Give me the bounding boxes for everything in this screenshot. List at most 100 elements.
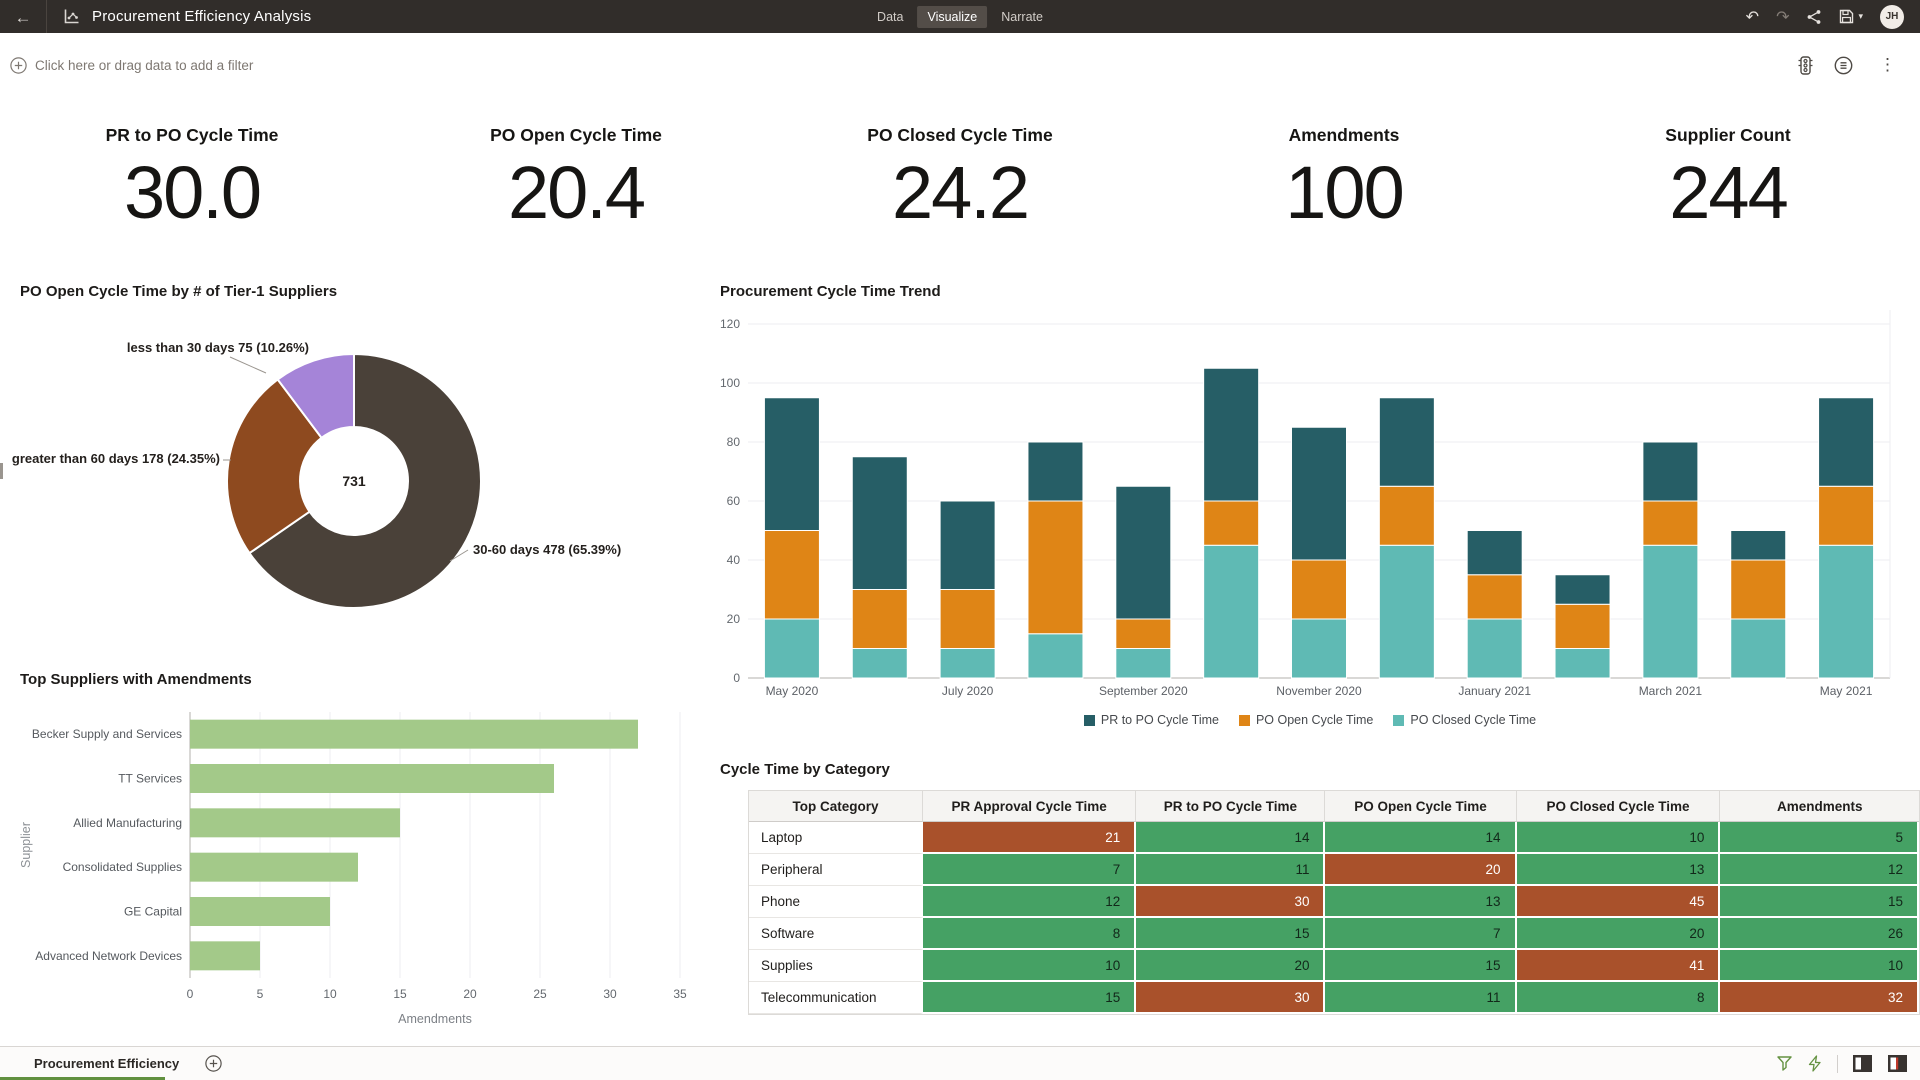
value-cell[interactable]: 13 <box>1325 886 1516 918</box>
filter-funnel-icon[interactable] <box>1776 1055 1793 1072</box>
value-cell[interactable]: 14 <box>1136 822 1325 854</box>
category-cell[interactable]: Supplies <box>749 950 923 982</box>
column-header-Top-Category[interactable]: Top Category <box>749 791 923 822</box>
trend-bar-March-2021-PO-Closed-Cycle-Time[interactable] <box>1643 545 1698 678</box>
trend-bar-May-2021-PR-to-PO-Cycle-Time[interactable] <box>1819 398 1874 487</box>
value-cell[interactable]: 26 <box>1720 918 1919 950</box>
value-cell[interactable]: 30 <box>1136 982 1325 1014</box>
value-cell[interactable]: 12 <box>923 886 1136 918</box>
avatar[interactable]: JH <box>1880 5 1904 29</box>
trend-bar-April-2021-PO-Open-Cycle-Time[interactable] <box>1731 560 1786 619</box>
trend-bar-October-2020-PO-Open-Cycle-Time[interactable] <box>1204 501 1259 545</box>
value-cell[interactable]: 15 <box>1325 950 1516 982</box>
trend-bar-May-2020-PO-Closed-Cycle-Time[interactable] <box>764 619 819 678</box>
add-canvas-icon[interactable] <box>199 1054 228 1073</box>
trend-bar-July-2020-PO-Closed-Cycle-Time[interactable] <box>940 649 995 679</box>
trend-bar-March-2021-PR-to-PO-Cycle-Time[interactable] <box>1643 442 1698 501</box>
column-header-PR-Approval-Cycle-Time[interactable]: PR Approval Cycle Time <box>923 791 1136 822</box>
category-cell[interactable]: Telecommunication <box>749 982 923 1014</box>
value-cell[interactable]: 41 <box>1517 950 1721 982</box>
trend-bar-November-2020-PO-Open-Cycle-Time[interactable] <box>1292 560 1347 619</box>
kpi-tile-2[interactable]: PO Open Cycle Time20.4 <box>384 107 768 232</box>
legend-item-PO-Open-Cycle-Time[interactable]: PO Open Cycle Time <box>1239 713 1373 727</box>
supplier-bar-Allied-Manufacturing[interactable] <box>190 808 400 837</box>
column-header-PO-Open-Cycle-Time[interactable]: PO Open Cycle Time <box>1325 791 1516 822</box>
trend-bar-February-2021-PR-to-PO-Cycle-Time[interactable] <box>1555 575 1610 605</box>
trend-bar-July-2020-PO-Open-Cycle-Time[interactable] <box>940 590 995 649</box>
value-cell[interactable]: 32 <box>1720 982 1919 1014</box>
value-cell[interactable]: 11 <box>1325 982 1516 1014</box>
more-options-icon[interactable]: ⋮ <box>1873 54 1902 76</box>
tab-visualize[interactable]: Visualize <box>917 6 987 28</box>
value-cell[interactable]: 13 <box>1517 854 1721 886</box>
trend-bar-January-2021-PR-to-PO-Cycle-Time[interactable] <box>1467 531 1522 575</box>
trend-bar-October-2020-PO-Closed-Cycle-Time[interactable] <box>1204 545 1259 678</box>
trend-bar-February-2021-PO-Open-Cycle-Time[interactable] <box>1555 604 1610 648</box>
layout-split-panel-icon[interactable] <box>1887 1054 1908 1073</box>
trend-bar-January-2021-PO-Closed-Cycle-Time[interactable] <box>1467 619 1522 678</box>
value-cell[interactable]: 15 <box>1136 918 1325 950</box>
value-cell[interactable]: 5 <box>1720 822 1919 854</box>
value-cell[interactable]: 21 <box>923 822 1136 854</box>
column-header-PO-Closed-Cycle-Time[interactable]: PO Closed Cycle Time <box>1517 791 1721 822</box>
trend-bar-June-2020-PO-Closed-Cycle-Time[interactable] <box>852 649 907 679</box>
trend-bar-May-2021-PO-Closed-Cycle-Time[interactable] <box>1819 545 1874 678</box>
value-cell[interactable]: 10 <box>1517 822 1721 854</box>
value-cell[interactable]: 7 <box>1325 918 1516 950</box>
tab-narrate[interactable]: Narrate <box>991 6 1053 28</box>
value-cell[interactable]: 10 <box>1720 950 1919 982</box>
trend-bar-August-2020-PO-Closed-Cycle-Time[interactable] <box>1028 634 1083 678</box>
trend-bar-June-2020-PO-Open-Cycle-Time[interactable] <box>852 590 907 649</box>
trend-bar-April-2021-PO-Closed-Cycle-Time[interactable] <box>1731 619 1786 678</box>
lightning-icon[interactable] <box>1807 1055 1823 1072</box>
category-cell[interactable]: Software <box>749 918 923 950</box>
supplier-bar-Advanced-Network-Devices[interactable] <box>190 941 260 970</box>
column-header-PR-to-PO-Cycle-Time[interactable]: PR to PO Cycle Time <box>1136 791 1325 822</box>
trend-bar-October-2020-PR-to-PO-Cycle-Time[interactable] <box>1204 368 1259 501</box>
add-filter-area[interactable]: Click here or drag data to add a filter <box>10 57 253 74</box>
trend-bar-November-2020-PR-to-PO-Cycle-Time[interactable] <box>1292 427 1347 560</box>
trend-bar-August-2020-PO-Open-Cycle-Time[interactable] <box>1028 501 1083 634</box>
supplier-bar-Becker-Supply-and-Services[interactable] <box>190 720 638 749</box>
value-cell[interactable]: 11 <box>1136 854 1325 886</box>
trend-bar-September-2020-PO-Closed-Cycle-Time[interactable] <box>1116 649 1171 679</box>
value-cell[interactable]: 10 <box>923 950 1136 982</box>
value-cell[interactable]: 20 <box>1325 854 1516 886</box>
value-cell[interactable]: 8 <box>923 918 1136 950</box>
value-cell[interactable]: 30 <box>1136 886 1325 918</box>
category-cell[interactable]: Phone <box>749 886 923 918</box>
notes-icon[interactable] <box>1834 56 1853 75</box>
traffic-light-icon[interactable] <box>1797 56 1814 75</box>
trend-bar-February-2021-PO-Closed-Cycle-Time[interactable] <box>1555 649 1610 679</box>
share-icon[interactable] <box>1806 9 1822 25</box>
value-cell[interactable]: 20 <box>1136 950 1325 982</box>
kpi-tile-5[interactable]: Supplier Count244 <box>1536 107 1920 232</box>
value-cell[interactable]: 15 <box>923 982 1136 1014</box>
value-cell[interactable]: 7 <box>923 854 1136 886</box>
trend-bar-November-2020-PO-Closed-Cycle-Time[interactable] <box>1292 619 1347 678</box>
column-header-Amendments[interactable]: Amendments <box>1720 791 1919 822</box>
panel-drag-handle[interactable] <box>0 463 3 479</box>
supplier-bar-TT-Services[interactable] <box>190 764 554 793</box>
trend-bar-January-2021-PO-Open-Cycle-Time[interactable] <box>1467 575 1522 619</box>
kpi-tile-1[interactable]: PR to PO Cycle Time30.0 <box>0 107 384 232</box>
canvas-tab[interactable]: Procurement Efficiency <box>0 1047 193 1080</box>
value-cell[interactable]: 12 <box>1720 854 1919 886</box>
value-cell[interactable]: 20 <box>1517 918 1721 950</box>
trend-bar-September-2020-PO-Open-Cycle-Time[interactable] <box>1116 619 1171 649</box>
redo-button[interactable]: ↷ <box>1776 7 1789 27</box>
trend-bar-December-2020-PO-Open-Cycle-Time[interactable] <box>1379 486 1434 545</box>
save-button[interactable]: ▾ <box>1839 9 1863 24</box>
category-cell[interactable]: Peripheral <box>749 854 923 886</box>
trend-bar-December-2020-PR-to-PO-Cycle-Time[interactable] <box>1379 398 1434 487</box>
value-cell[interactable]: 8 <box>1517 982 1721 1014</box>
trend-bar-June-2020-PR-to-PO-Cycle-Time[interactable] <box>852 457 907 590</box>
back-button[interactable]: ← <box>0 0 46 33</box>
legend-item-PR-to-PO-Cycle-Time[interactable]: PR to PO Cycle Time <box>1084 713 1219 727</box>
trend-bar-September-2020-PR-to-PO-Cycle-Time[interactable] <box>1116 486 1171 619</box>
category-cell[interactable]: Laptop <box>749 822 923 854</box>
value-cell[interactable]: 15 <box>1720 886 1919 918</box>
undo-button[interactable]: ↶ <box>1746 7 1759 27</box>
supplier-bar-Consolidated-Supplies[interactable] <box>190 853 358 882</box>
legend-item-PO-Closed-Cycle-Time[interactable]: PO Closed Cycle Time <box>1393 713 1536 727</box>
